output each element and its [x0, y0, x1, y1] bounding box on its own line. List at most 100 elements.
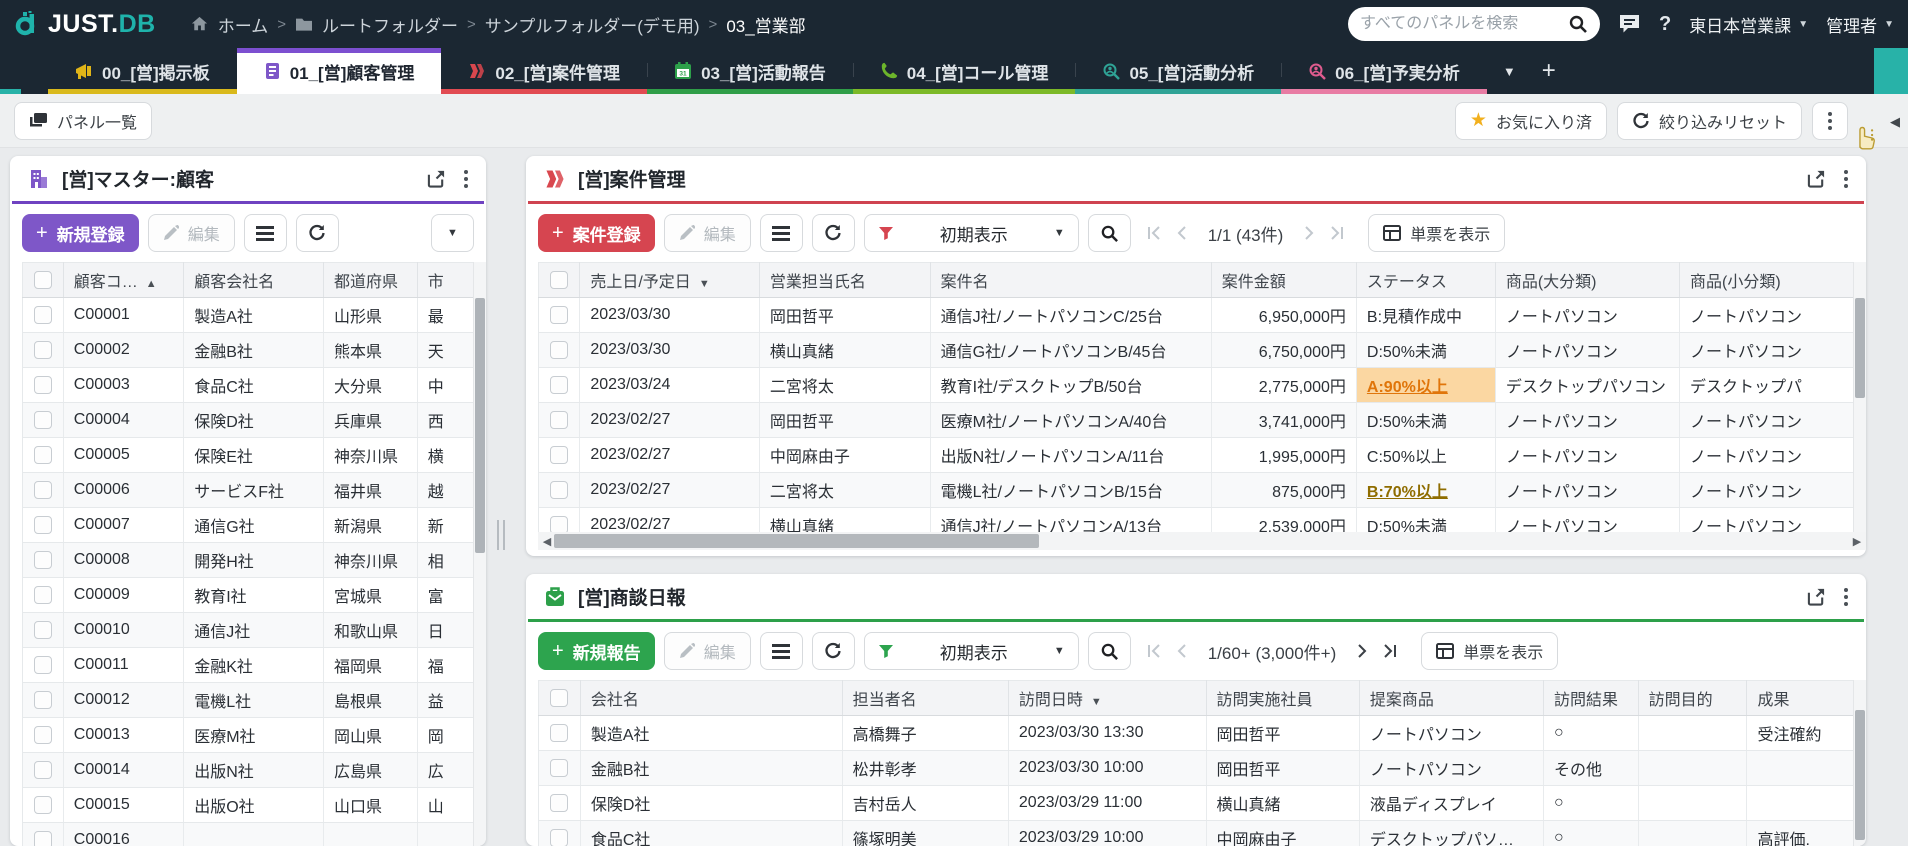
- table-row[interactable]: C00005 保険E社 神奈川県横: [22, 437, 486, 473]
- add-tab-button[interactable]: +: [1542, 57, 1556, 85]
- breadcrumb-home[interactable]: ホーム: [218, 12, 269, 37]
- column-header-person[interactable]: 営業担当氏名: [759, 262, 931, 298]
- reload-button[interactable]: [811, 632, 855, 670]
- row-checkbox[interactable]: [33, 375, 52, 394]
- table-row[interactable]: 2023/03/30 岡田哲平 通信J社/ノートパソコンC/25台 6,950,000…: [538, 297, 1866, 333]
- search-records-button[interactable]: [1087, 214, 1131, 252]
- panel-search-input[interactable]: [1359, 15, 1568, 33]
- scroll-right-icon[interactable]: ▶: [1848, 535, 1866, 548]
- breadcrumb-sample-folder[interactable]: サンプルフォルダー(デモ用): [485, 12, 700, 37]
- reload-button[interactable]: [811, 214, 855, 252]
- row-checkbox[interactable]: [550, 793, 569, 812]
- panel-list-button[interactable]: パネル一覧: [14, 101, 153, 140]
- deals-horizontal-scrollbar[interactable]: ◀ ▶: [538, 532, 1866, 550]
- table-row[interactable]: 食品C社 篠塚明美 2023/03/29 10:00 中岡麻由子 デスクトップパソ… ○ 高…: [538, 820, 1866, 846]
- breadcrumb-root-folder[interactable]: ルートフォルダー: [322, 12, 458, 37]
- row-checkbox[interactable]: [550, 758, 569, 777]
- row-checkbox[interactable]: [550, 340, 569, 359]
- table-row[interactable]: 保険D社 吉村岳人 2023/03/29 11:00 横山真緒 液晶ディスプレイ ○: [538, 785, 1866, 821]
- table-row[interactable]: C00006 サービスF社 福井県越: [22, 472, 486, 508]
- tab-01-customer-management[interactable]: 01_[営]顧客管理: [236, 48, 442, 94]
- tab-00-bulletin-board[interactable]: 00_[営]掲示板: [48, 48, 237, 94]
- table-row[interactable]: C00014 出版N社 広島県広: [22, 752, 486, 788]
- panel-menu-icon[interactable]: [1844, 594, 1848, 599]
- panel-splitter-handle[interactable]: [497, 520, 505, 550]
- view-dropdown-button[interactable]: ▼: [431, 214, 474, 252]
- column-header-outcome[interactable]: 成果: [1746, 680, 1866, 716]
- table-row[interactable]: C00016: [22, 822, 486, 846]
- next-page-icon[interactable]: [1353, 643, 1369, 659]
- new-report-button[interactable]: + 新規報告: [538, 632, 655, 670]
- scrollbar-thumb[interactable]: [1855, 710, 1865, 840]
- row-checkbox[interactable]: [550, 445, 569, 464]
- filter-reset-button[interactable]: 絞り込みリセット: [1616, 101, 1802, 140]
- column-header-company[interactable]: 会社名: [580, 680, 843, 716]
- row-checkbox[interactable]: [550, 515, 569, 532]
- row-checkbox[interactable]: [33, 550, 52, 569]
- tab-02-deal-management[interactable]: 02_[営]案件管理: [441, 48, 648, 94]
- row-checkbox[interactable]: [550, 375, 569, 394]
- filter-view-select[interactable]: 初期表示 ▼: [863, 632, 1079, 670]
- last-page-icon[interactable]: [1329, 225, 1345, 241]
- table-row[interactable]: C00001 製造A社 山形県最: [22, 297, 486, 333]
- scrollbar-thumb[interactable]: [475, 298, 485, 553]
- more-options-button[interactable]: [1812, 101, 1848, 140]
- table-row[interactable]: C00004 保険D社 兵庫県西: [22, 402, 486, 438]
- row-checkbox[interactable]: [33, 830, 52, 846]
- first-page-icon[interactable]: [1146, 643, 1162, 659]
- reload-button[interactable]: [295, 214, 339, 252]
- row-checkbox[interactable]: [33, 620, 52, 639]
- table-row[interactable]: C00003 食品C社 大分県中: [22, 367, 486, 403]
- column-header-staff[interactable]: 訪問実施社員: [1206, 680, 1360, 716]
- column-header-name[interactable]: 案件名: [930, 262, 1212, 298]
- justdb-logo[interactable]: JUST.DB: [14, 10, 156, 39]
- column-header-status[interactable]: ステータス: [1356, 262, 1496, 298]
- prev-page-icon[interactable]: [1175, 225, 1191, 241]
- column-header-company[interactable]: 顧客会社名: [183, 262, 324, 298]
- edit-button[interactable]: 編集: [147, 214, 235, 252]
- row-checkbox[interactable]: [33, 445, 52, 464]
- column-header-pref[interactable]: 都道府県: [323, 262, 418, 298]
- table-row[interactable]: C00012 電機L社 島根県益: [22, 682, 486, 718]
- column-header-result[interactable]: 訪問結果: [1543, 680, 1639, 716]
- row-checkbox[interactable]: [33, 340, 52, 359]
- panel-search[interactable]: [1347, 7, 1600, 41]
- row-checkbox[interactable]: [33, 585, 52, 604]
- row-checkbox[interactable]: [550, 480, 569, 499]
- tab-05-activity-analysis[interactable]: 05_[営]活動分析: [1075, 48, 1282, 94]
- customers-vertical-scrollbar[interactable]: [473, 262, 486, 846]
- select-all-checkbox[interactable]: [550, 688, 569, 707]
- edit-button[interactable]: 編集: [663, 214, 751, 252]
- reports-vertical-scrollbar[interactable]: [1853, 680, 1866, 846]
- tab-overflow-chevron-icon[interactable]: ▼: [1503, 64, 1516, 79]
- deals-vertical-scrollbar[interactable]: [1853, 262, 1866, 532]
- table-row[interactable]: C00010 通信J社 和歌山県日: [22, 612, 486, 648]
- search-records-button[interactable]: [1087, 632, 1131, 670]
- row-checkbox[interactable]: [550, 305, 569, 324]
- table-row[interactable]: C00015 出版O社 山口県山: [22, 787, 486, 823]
- new-customer-button[interactable]: + 新規登録: [22, 214, 139, 252]
- help-icon[interactable]: ?: [1659, 13, 1671, 36]
- expand-panel-icon[interactable]: [1807, 169, 1826, 188]
- row-checkbox[interactable]: [33, 725, 52, 744]
- table-row[interactable]: C00007 通信G社 新潟県新: [22, 507, 486, 543]
- panel-menu-icon[interactable]: [464, 176, 468, 181]
- scrollbar-thumb[interactable]: [554, 534, 1039, 548]
- row-checkbox[interactable]: [33, 410, 52, 429]
- table-row[interactable]: C00013 医療M社 岡山県岡: [22, 717, 486, 753]
- column-header-datetime[interactable]: 訪問日時 ▼: [1008, 680, 1207, 716]
- single-record-view-button[interactable]: 単票を表示: [1368, 214, 1506, 252]
- first-page-icon[interactable]: [1146, 225, 1162, 241]
- filter-view-select[interactable]: 初期表示 ▼: [863, 214, 1079, 252]
- table-row[interactable]: 2023/02/27 二宮将太 電機L社/ノートパソコンB/15台 875,000円 B…: [538, 472, 1866, 508]
- last-page-icon[interactable]: [1382, 643, 1398, 659]
- row-checkbox[interactable]: [33, 655, 52, 674]
- row-checkbox[interactable]: [33, 690, 52, 709]
- scrollbar-thumb[interactable]: [1855, 298, 1865, 398]
- row-checkbox[interactable]: [550, 410, 569, 429]
- row-checkbox[interactable]: [33, 515, 52, 534]
- next-page-icon[interactable]: [1300, 225, 1316, 241]
- user-menu[interactable]: 管理者 ▼: [1826, 12, 1894, 37]
- table-row[interactable]: 2023/03/24 二宮将太 教育I社/デスクトップB/50台 2,775,000円…: [538, 367, 1866, 403]
- table-row[interactable]: C00008 開発H社 神奈川県相: [22, 542, 486, 578]
